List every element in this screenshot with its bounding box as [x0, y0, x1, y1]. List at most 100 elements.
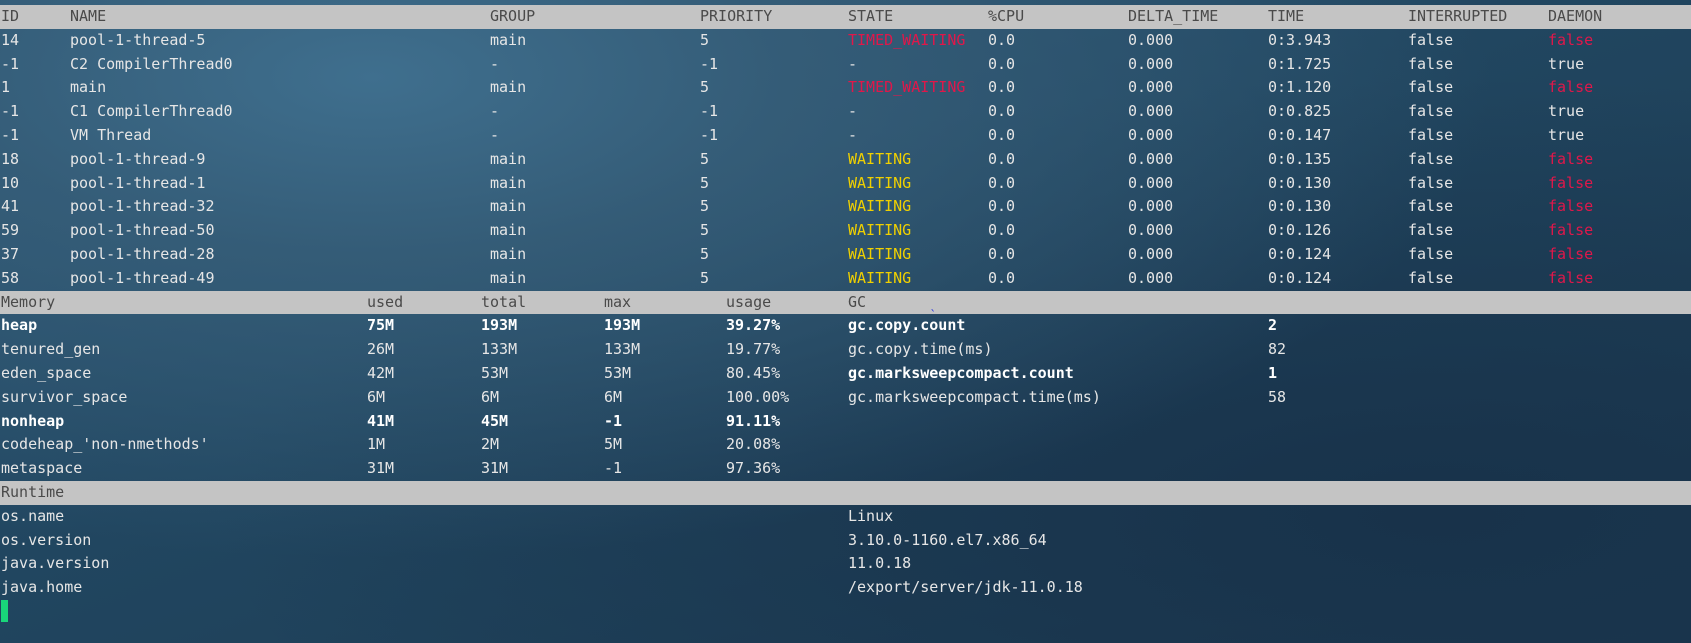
memory-max: 5M	[604, 435, 623, 454]
memory-row[interactable]: survivor_space 6M 6M 6M 100.00% gc.marksweepc…	[0, 386, 1691, 410]
col-header-runtime: Runtime	[1, 482, 65, 501]
memory-usage: 100.00%	[726, 387, 790, 406]
col-header-priority: PRIORITY	[700, 7, 773, 25]
memory-name: nonheap	[1, 411, 65, 430]
thread-state: TIMED_WAITING	[848, 78, 966, 97]
col-header-usage: usage	[726, 292, 772, 311]
col-header-gc: GC	[848, 292, 867, 311]
gc-metric-name: gc.copy.time(ms)	[848, 340, 993, 359]
thread-group: main	[490, 221, 527, 240]
memory-usage: 97.36%	[726, 459, 781, 478]
thread-row[interactable]: -1 C2 CompilerThread0 - -1 - 0.0 0.000 0:1.725 f…	[0, 53, 1691, 77]
thread-time: 0:0.124	[1268, 268, 1332, 287]
gc-metric-value: 58	[1268, 387, 1287, 406]
col-header-daemon: DAEMON	[1548, 7, 1603, 25]
thread-cpu: 0.0	[988, 54, 1016, 73]
thread-group: main	[490, 244, 527, 263]
memory-usage: 19.77%	[726, 340, 781, 359]
thread-name: pool-1-thread-9	[70, 149, 206, 168]
thread-interrupted: false	[1408, 102, 1454, 121]
thread-id: 58	[1, 268, 20, 287]
memory-total: 133M	[481, 340, 518, 359]
thread-state: WAITING	[848, 221, 912, 240]
memory-usage: 91.11%	[726, 411, 781, 430]
memory-name: codeheap_'non-nmethods'	[1, 435, 209, 454]
thread-row[interactable]: 37 pool-1-thread-28 main 5 WAITING 0.0 0.000 0:…	[0, 243, 1691, 267]
thread-delta-time: 0.000	[1128, 102, 1174, 121]
memory-usage: 39.27%	[726, 316, 781, 335]
thread-row[interactable]: 41 pool-1-thread-32 main 5 WAITING 0.0 0.000 0:…	[0, 195, 1691, 219]
thread-interrupted: false	[1408, 268, 1454, 287]
thread-group: main	[490, 197, 527, 216]
thread-rows: 14 pool-1-thread-5 main 5 TIMED_WAITING 0.0 0.…	[0, 29, 1691, 291]
thread-daemon: true	[1548, 54, 1585, 73]
thread-interrupted: false	[1408, 221, 1454, 240]
memory-usage: 20.08%	[726, 435, 781, 454]
thread-state: WAITING	[848, 244, 912, 263]
thread-delta-time: 0.000	[1128, 197, 1174, 216]
thread-priority: 5	[700, 78, 710, 97]
thread-row[interactable]: 58 pool-1-thread-49 main 5 WAITING 0.0 0.000 0:…	[0, 267, 1691, 291]
thread-time: 0:1.725	[1268, 54, 1332, 73]
memory-row[interactable]: eden_space 42M 53M 53M 80.45% gc.marksweepcom…	[0, 362, 1691, 386]
thread-delta-time: 0.000	[1128, 221, 1174, 240]
thread-row[interactable]: 18 pool-1-thread-9 main 5 WAITING 0.0 0.000 0:0…	[0, 148, 1691, 172]
thread-id: 41	[1, 197, 20, 216]
thread-name: pool-1-thread-28	[70, 244, 215, 263]
runtime-key: os.version	[1, 530, 92, 549]
thread-priority: 5	[700, 30, 710, 49]
thread-state: WAITING	[848, 268, 912, 287]
thread-cpu: 0.0	[988, 197, 1016, 216]
col-header-state: STATE	[848, 7, 894, 25]
thread-interrupted: false	[1408, 244, 1454, 263]
memory-max: 6M	[604, 387, 623, 406]
thread-id: 14	[1, 30, 20, 49]
thread-name: pool-1-thread-5	[70, 30, 206, 49]
memory-row[interactable]: metaspace 31M 31M -1 97.36%	[0, 457, 1691, 481]
thread-interrupted: false	[1408, 30, 1454, 49]
thread-row[interactable]: 59 pool-1-thread-50 main 5 WAITING 0.0 0.000 0:…	[0, 219, 1691, 243]
runtime-key: java.home	[1, 578, 83, 597]
thread-daemon: true	[1548, 102, 1585, 121]
thread-daemon: false	[1548, 78, 1594, 97]
block-cursor-icon[interactable]	[1, 600, 8, 622]
thread-delta-time: 0.000	[1128, 125, 1174, 144]
memory-used: 1M	[367, 435, 386, 454]
memory-row[interactable]: tenured_gen 26M 133M 133M 19.77% gc.copy.time…	[0, 338, 1691, 362]
col-header-time: TIME	[1268, 7, 1305, 25]
runtime-row[interactable]: java.version 11.0.18	[0, 552, 1691, 576]
runtime-rows: os.name Linux os.version 3.10.0-1160.el7.x8…	[0, 505, 1691, 600]
memory-name: tenured_gen	[1, 340, 101, 359]
thread-delta-time: 0.000	[1128, 173, 1174, 192]
thread-id: -1	[1, 102, 20, 121]
runtime-value: 11.0.18	[848, 554, 912, 573]
runtime-row[interactable]: os.name Linux	[0, 505, 1691, 529]
thread-row[interactable]: 10 pool-1-thread-1 main 5 WAITING 0.0 0.000 0:0…	[0, 172, 1691, 196]
thread-group: main	[490, 149, 527, 168]
col-header-id: ID	[1, 7, 20, 25]
thread-id: 59	[1, 221, 20, 240]
thread-priority: -1	[700, 54, 719, 73]
thread-delta-time: 0.000	[1128, 268, 1174, 287]
memory-max: -1	[604, 459, 623, 478]
memory-row[interactable]: codeheap_'non-nmethods' 1M 2M 5M 20.08%	[0, 433, 1691, 457]
gc-metric-name: gc.marksweepcompact.time(ms)	[848, 387, 1101, 406]
thread-interrupted: false	[1408, 78, 1454, 97]
thread-row[interactable]: 14 pool-1-thread-5 main 5 TIMED_WAITING 0.0 0.…	[0, 29, 1691, 53]
memory-row[interactable]: nonheap 41M 45M -1 91.11%	[0, 410, 1691, 434]
thread-row[interactable]: -1 VM Thread - -1 - 0.0 0.000 0:0.147 false true	[0, 124, 1691, 148]
memory-row[interactable]: heap 75M 193M 193M 39.27% gc.copy.count 2	[0, 314, 1691, 338]
thread-interrupted: false	[1408, 54, 1454, 73]
gc-metric-value: 2	[1268, 316, 1278, 335]
thread-row[interactable]: 1 main main 5 TIMED_WAITING 0.0 0.000 0:1.120 fa…	[0, 76, 1691, 100]
thread-name: VM Thread	[70, 125, 152, 144]
thread-state: -	[848, 125, 858, 144]
thread-row[interactable]: -1 C1 CompilerThread0 - -1 - 0.0 0.000 0:0.825 f…	[0, 100, 1691, 124]
runtime-row[interactable]: java.home/export/server/jdk-11.0.18	[0, 576, 1691, 600]
runtime-row[interactable]: os.version 3.10.0-1160.el7.x86_64	[0, 529, 1691, 553]
thread-cpu: 0.0	[988, 221, 1016, 240]
memory-used: 42M	[367, 363, 395, 382]
thread-cpu: 0.0	[988, 244, 1016, 263]
terminal-output: ID NAME GROUP PRIORITY STATE %CPU DELTA_…	[0, 5, 1691, 600]
memory-table-header: Memory used total max usage GC	[0, 290, 1691, 315]
